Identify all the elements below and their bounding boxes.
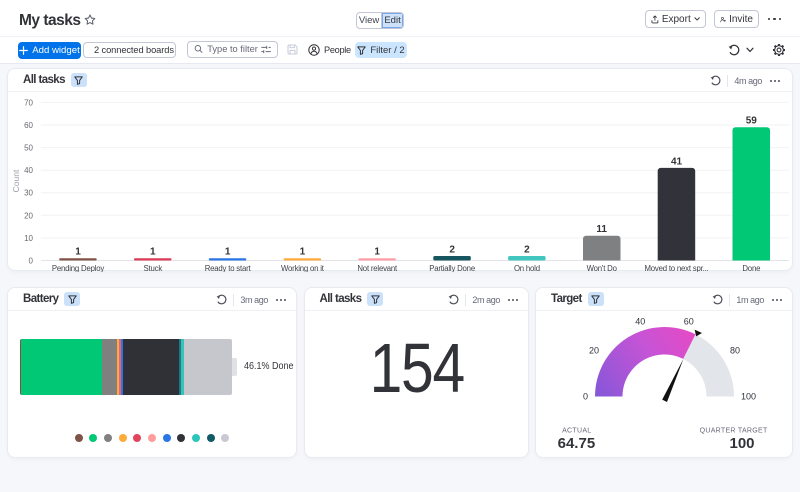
svg-text:80: 80 — [730, 345, 740, 355]
svg-text:Moved to next spr...: Moved to next spr... — [644, 264, 708, 272]
svg-text:ACTUAL: ACTUAL — [562, 428, 591, 435]
svg-text:41: 41 — [671, 156, 683, 167]
svg-text:59: 59 — [746, 116, 758, 127]
svg-text:1: 1 — [75, 247, 81, 258]
svg-text:70: 70 — [24, 98, 33, 107]
svg-text:1: 1 — [225, 247, 231, 258]
svg-text:Not relevant: Not relevant — [357, 264, 398, 272]
svg-text:60: 60 — [684, 316, 694, 326]
svg-text:10: 10 — [24, 234, 33, 243]
svg-text:On hold: On hold — [514, 264, 540, 272]
svg-text:1: 1 — [300, 247, 306, 258]
svg-text:0: 0 — [583, 392, 588, 402]
svg-text:Done: Done — [742, 264, 760, 272]
svg-text:0: 0 — [29, 257, 34, 266]
svg-text:QUARTER TARGET: QUARTER TARGET — [700, 428, 768, 435]
svg-text:Stuck: Stuck — [144, 264, 163, 272]
svg-text:1: 1 — [150, 247, 156, 258]
svg-text:Working on it: Working on it — [281, 264, 325, 272]
svg-text:Pending Deploy: Pending Deploy — [52, 264, 105, 272]
svg-text:20: 20 — [24, 211, 33, 220]
svg-text:1: 1 — [374, 247, 380, 258]
svg-text:11: 11 — [596, 224, 607, 235]
svg-text:64.75: 64.75 — [558, 435, 596, 452]
svg-text:100: 100 — [729, 435, 754, 452]
svg-text:40: 40 — [24, 166, 33, 175]
svg-text:40: 40 — [635, 316, 645, 326]
svg-text:20: 20 — [589, 345, 599, 355]
svg-text:60: 60 — [24, 121, 33, 130]
svg-text:Won't Do: Won't Do — [587, 264, 618, 272]
svg-text:Count: Count — [11, 169, 21, 192]
svg-text:2: 2 — [449, 245, 455, 256]
svg-text:100: 100 — [741, 392, 756, 402]
svg-text:50: 50 — [24, 144, 33, 153]
svg-text:2: 2 — [524, 245, 530, 256]
svg-text:Ready to start: Ready to start — [205, 264, 252, 272]
svg-text:30: 30 — [24, 189, 33, 198]
svg-text:Partially Done: Partially Done — [429, 264, 475, 272]
